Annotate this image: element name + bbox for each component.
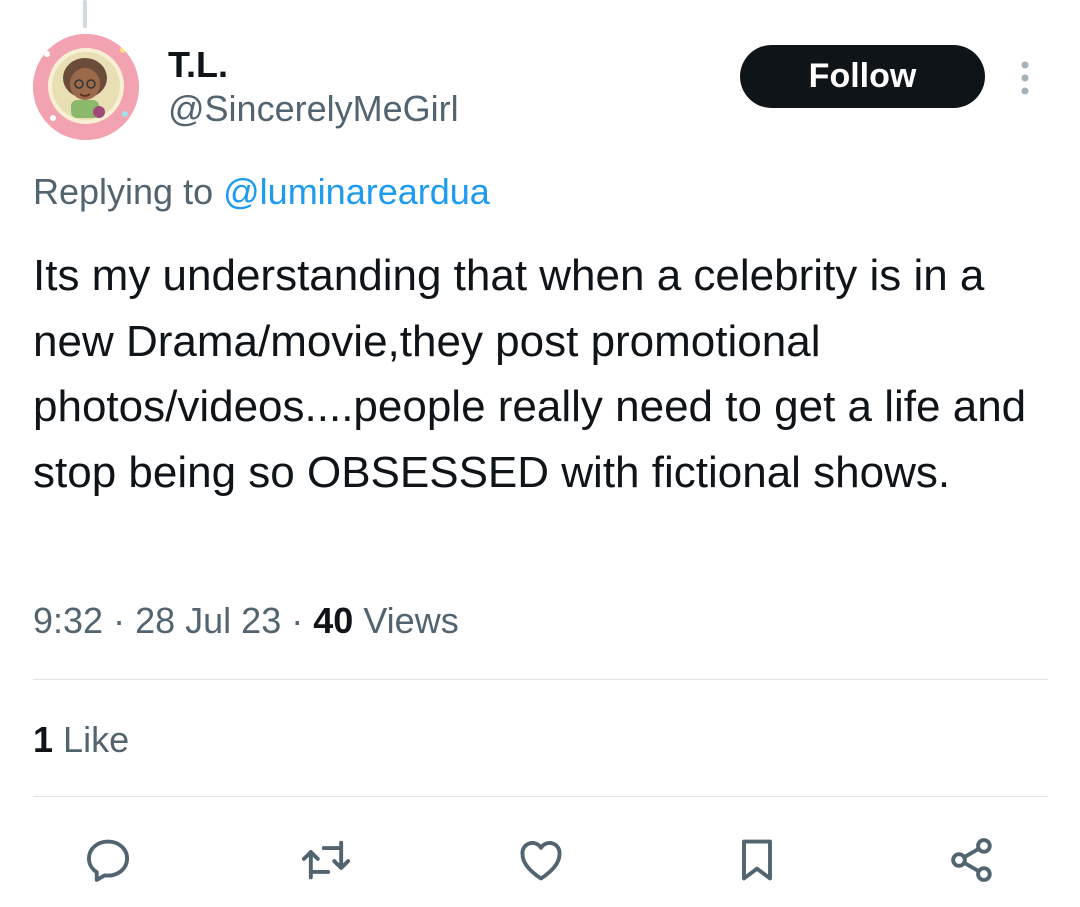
- meta-separator: ·: [291, 600, 304, 641]
- reply-button[interactable]: [80, 832, 136, 888]
- retweet-button[interactable]: [298, 832, 354, 888]
- like-icon: [520, 841, 562, 881]
- reply-icon: [86, 839, 130, 882]
- reply-context: Replying to @luminareardua: [33, 171, 490, 213]
- reply-mention-link[interactable]: @luminareardua: [223, 171, 490, 212]
- like-button[interactable]: [513, 832, 569, 888]
- tweet-meta: 9:32 · 28 Jul 23 · 40 Views: [33, 600, 459, 642]
- bookmark-button[interactable]: [729, 832, 785, 888]
- retweet-icon: [301, 840, 351, 880]
- likes-label: Like: [63, 719, 130, 760]
- meta-separator: ·: [113, 600, 126, 641]
- tweet-time[interactable]: 9:32: [33, 600, 103, 641]
- author-handle[interactable]: @SincerelyMeGirl: [168, 88, 459, 130]
- more-options-icon[interactable]: [1010, 60, 1040, 96]
- avatar-image: [33, 34, 139, 140]
- author-display-name[interactable]: T.L.: [168, 44, 228, 86]
- divider: [33, 679, 1048, 680]
- follow-button[interactable]: Follow: [740, 45, 985, 108]
- thread-connector-line: [83, 0, 87, 28]
- bookmark-icon: [742, 839, 772, 881]
- share-button[interactable]: [944, 832, 1000, 888]
- divider: [33, 796, 1048, 797]
- tweet-date[interactable]: 28 Jul 23: [135, 600, 281, 641]
- avatar[interactable]: [33, 34, 139, 140]
- views-label: Views: [363, 600, 459, 641]
- reply-context-prefix: Replying to: [33, 171, 214, 212]
- likes-summary[interactable]: 1 Like: [33, 719, 129, 761]
- share-icon: [951, 838, 992, 882]
- views-count: 40: [313, 600, 354, 641]
- likes-count: 1: [33, 719, 54, 760]
- tweet-text: Its my understanding that when a celebri…: [33, 251, 1027, 497]
